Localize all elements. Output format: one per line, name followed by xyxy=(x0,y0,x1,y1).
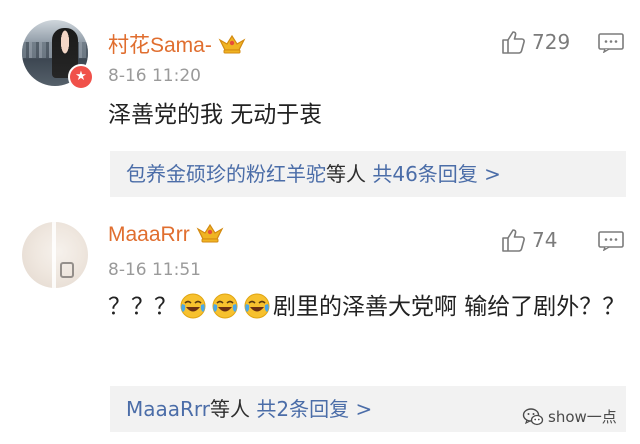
avatar-tattoo xyxy=(60,262,74,278)
crying-laughing-emoji-icon xyxy=(212,293,238,319)
like-button[interactable]: 729 xyxy=(500,29,570,55)
username-text[interactable]: 村花Sama- xyxy=(108,34,212,57)
crying-laughing-emoji-icon xyxy=(180,293,206,319)
comment-text-prefix: ？？？ xyxy=(108,294,177,320)
reply-count-link[interactable]: 共46条回复 > xyxy=(372,162,501,186)
verified-badge-icon: ★ xyxy=(68,64,94,90)
wechat-account-icon xyxy=(522,407,544,425)
crying-laughing-emoji-icon xyxy=(244,293,270,319)
username[interactable]: MaaaRrr xyxy=(108,222,224,247)
reply-count-link[interactable]: 共2条回复 > xyxy=(256,397,372,421)
like-button[interactable]: 74 xyxy=(500,227,557,253)
reply-user-link[interactable]: MaaaRrr xyxy=(126,397,210,421)
comment-item: ★ 村花Sama- 8-16 11:20 729 泽善党的我 无动于衷 包养金硕… xyxy=(0,0,640,210)
watermark: show一点 xyxy=(522,406,617,427)
comment-text: ？？？ 剧里的泽善大党啊 输给了剧外？？ xyxy=(108,288,628,326)
replies-summary[interactable]: 包养金硕珍的粉红羊驼等人 共46条回复 > xyxy=(110,151,626,197)
reply-user-link[interactable]: 包养金硕珍的粉红羊驼 xyxy=(126,162,326,186)
username[interactable]: 村花Sama- xyxy=(108,29,246,59)
avatar[interactable] xyxy=(22,222,88,288)
crown-icon xyxy=(218,34,246,54)
comment-reply-icon[interactable] xyxy=(598,231,624,251)
thumbs-up-icon xyxy=(502,229,525,252)
comment-text: 泽善党的我 无动于衷 xyxy=(108,102,323,128)
crown-icon xyxy=(196,223,224,243)
reply-users-suffix: 等人 xyxy=(326,162,366,186)
username-text[interactable]: MaaaRrr xyxy=(108,223,190,246)
comment-timestamp: 8-16 11:51 xyxy=(108,260,201,280)
avatar-strap xyxy=(52,222,56,288)
like-count: 74 xyxy=(532,228,558,252)
thumbs-up-icon xyxy=(502,31,525,54)
reply-users-suffix: 等人 xyxy=(210,397,251,421)
like-count: 729 xyxy=(532,30,571,54)
watermark-text: show一点 xyxy=(548,408,617,426)
comment-text-suffix: 剧里的泽善大党啊 输给了剧外？？ xyxy=(273,294,626,320)
comment-reply-icon[interactable] xyxy=(598,33,624,53)
comment-timestamp: 8-16 11:20 xyxy=(108,66,201,86)
